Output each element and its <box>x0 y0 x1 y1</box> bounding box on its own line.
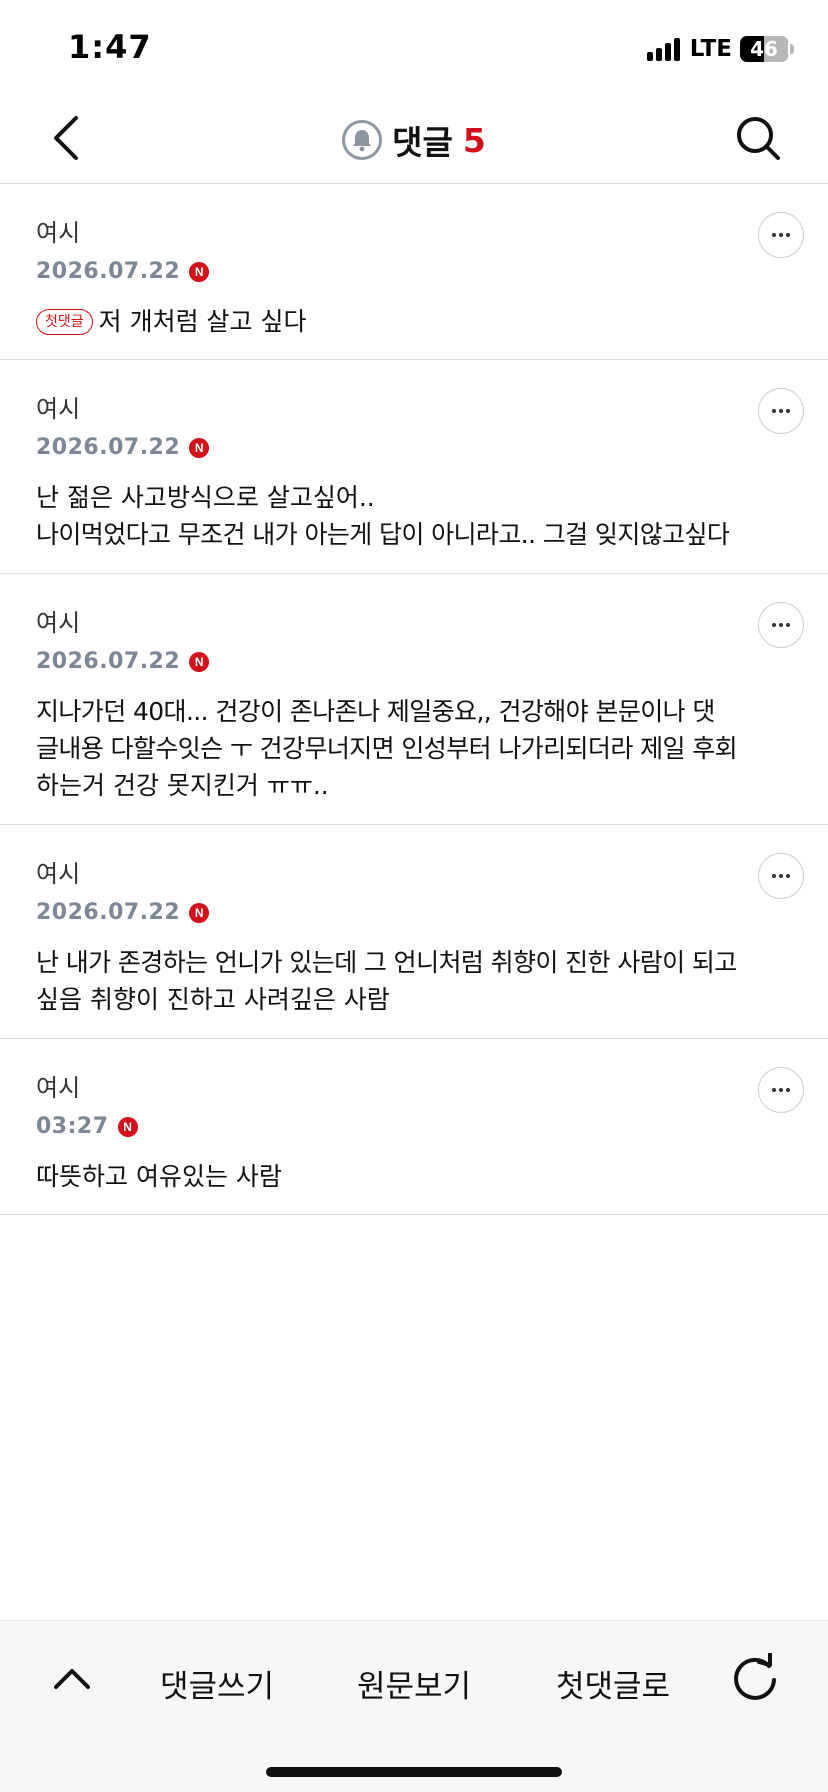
more-dot-icon <box>779 623 783 627</box>
battery-icon: 46 <box>740 36 788 62</box>
first-comment-badge: 첫댓글 <box>36 309 93 335</box>
more-dot-icon <box>772 233 776 237</box>
comment-meta: 2026.07.22 N <box>36 647 792 677</box>
comment-meta: 03:27 N <box>36 1112 792 1142</box>
first-comment-button[interactable]: 첫댓글로 <box>556 1661 670 1706</box>
bottom-action-bar: 댓글쓰기 원문보기 첫댓글로 <box>0 1620 828 1792</box>
signal-icon <box>646 37 680 61</box>
comment-line: 글내용 다할수잇슨 ㅜ 건강무너지면 인성부터 나가리되더라 제일 후회 <box>36 734 738 763</box>
more-dot-icon <box>779 1088 783 1092</box>
comment-author[interactable]: 여시 <box>36 218 792 248</box>
notification-bell-button[interactable] <box>342 120 383 160</box>
comment-text: 지나가던 40대... 건강이 존나존나 제일중요,, 건강해야 본문이나 댓 … <box>36 693 792 804</box>
comment-meta: 2026.07.22 N <box>36 257 792 287</box>
more-dot-icon <box>772 623 776 627</box>
comment-text: 첫댓글 저 개처럼 살고 싶다 <box>36 303 792 340</box>
chevron-up-icon <box>54 1669 90 1689</box>
comment-author[interactable]: 여시 <box>36 608 792 638</box>
comment-meta: 2026.07.22 N <box>36 433 792 463</box>
comment-line: 난 내가 존경하는 언니가 있는데 그 언니처럼 취향이 진한 사람이 되고 <box>36 948 737 977</box>
status-indicators: LTE 46 <box>646 34 794 64</box>
more-dot-icon <box>772 1088 776 1092</box>
home-indicator <box>266 1767 562 1777</box>
status-bar: 1:47 LTE 46 <box>0 0 828 96</box>
comment-text: 난 내가 존경하는 언니가 있는데 그 언니처럼 취향이 진한 사람이 되고 싶… <box>36 944 792 1018</box>
new-badge: N <box>189 903 210 923</box>
new-badge: N <box>189 262 210 282</box>
status-time: 1:47 <box>68 28 152 66</box>
more-dot-icon <box>779 233 783 237</box>
battery-tip <box>790 44 794 54</box>
battery-level: 46 <box>750 37 778 61</box>
comment-date: 03:27 <box>36 1114 109 1139</box>
comment-author[interactable]: 여시 <box>36 1073 792 1103</box>
network-type: LTE <box>689 36 732 62</box>
scroll-top-button[interactable] <box>50 1657 94 1701</box>
comment-text: 따뜻하고 여유있는 사람 <box>36 1158 792 1195</box>
more-options-button[interactable] <box>758 212 804 258</box>
bottom-actions: 댓글쓰기 원문보기 첫댓글로 <box>0 1651 828 1711</box>
more-dot-icon <box>772 409 776 413</box>
more-dot-icon <box>786 233 790 237</box>
more-dot-icon <box>779 874 783 878</box>
more-options-button[interactable] <box>758 1067 804 1113</box>
new-badge: N <box>189 652 210 672</box>
comment-line: 나이먹었다고 무조건 내가 아는게 답이 아니라고.. 그걸 잊지않고싶다 <box>36 520 730 549</box>
comments-screen: 1:47 LTE 46 댓글 5 여시 2026.07.22 N 첫댓글 저 개… <box>0 0 828 1792</box>
comment-item: 여시 2026.07.22 N 난 내가 존경하는 언니가 있는데 그 언니처럼… <box>0 825 828 1039</box>
more-dot-icon <box>786 1088 790 1092</box>
comment-item: 여시 03:27 N 따뜻하고 여유있는 사람 <box>0 1039 828 1215</box>
comment-author[interactable]: 여시 <box>36 394 792 424</box>
page-title: 댓글 5 <box>0 116 828 164</box>
comment-item: 여시 2026.07.22 N 첫댓글 저 개처럼 살고 싶다 <box>0 184 828 360</box>
new-badge: N <box>117 1117 138 1137</box>
title-text: 댓글 <box>392 123 453 162</box>
more-dot-icon <box>779 409 783 413</box>
more-options-button[interactable] <box>758 853 804 899</box>
comment-list: 여시 2026.07.22 N 첫댓글 저 개처럼 살고 싶다 여시 2026.0… <box>0 184 828 1215</box>
refresh-icon <box>734 1652 776 1700</box>
comment-body: 저 개처럼 살고 싶다 <box>98 307 307 336</box>
comment-count: 5 <box>462 120 486 160</box>
more-dot-icon <box>786 874 790 878</box>
new-badge: N <box>189 438 210 458</box>
comment-line: 지나가던 40대... 건강이 존나존나 제일중요,, 건강해야 본문이나 댓 <box>36 697 715 726</box>
comment-text: 난 젊은 사고방식으로 살고싶어.. 나이먹었다고 무조건 내가 아는게 답이 … <box>36 479 792 553</box>
write-comment-button[interactable]: 댓글쓰기 <box>160 1661 274 1706</box>
comment-meta: 2026.07.22 N <box>36 898 792 928</box>
comment-date: 2026.07.22 <box>36 900 181 925</box>
refresh-button[interactable] <box>730 1652 780 1703</box>
more-dot-icon <box>786 409 790 413</box>
header: 댓글 5 <box>0 96 828 184</box>
comment-author[interactable]: 여시 <box>36 859 792 889</box>
comment-body: 따뜻하고 여유있는 사람 <box>36 1162 282 1191</box>
comment-line: 난 젊은 사고방식으로 살고싶어.. <box>36 483 375 512</box>
comment-item: 여시 2026.07.22 N 지나가던 40대... 건강이 존나존나 제일중… <box>0 574 828 825</box>
comment-item: 여시 2026.07.22 N 난 젊은 사고방식으로 살고싶어.. 나이먹었다… <box>0 360 828 574</box>
comment-date: 2026.07.22 <box>36 259 181 284</box>
comment-line: 싶음 취향이 진하고 사려깊은 사람 <box>36 985 390 1014</box>
more-options-button[interactable] <box>758 388 804 434</box>
more-options-button[interactable] <box>758 602 804 648</box>
bell-icon <box>353 130 372 152</box>
search-button[interactable] <box>734 114 782 162</box>
more-dot-icon <box>772 874 776 878</box>
search-icon <box>737 117 780 160</box>
more-dot-icon <box>786 623 790 627</box>
view-original-button[interactable]: 원문보기 <box>357 1661 471 1706</box>
comment-date: 2026.07.22 <box>36 649 181 674</box>
comment-date: 2026.07.22 <box>36 435 181 460</box>
comment-line: 하는거 건강 못지킨거 ㅠㅠ.. <box>36 771 329 800</box>
